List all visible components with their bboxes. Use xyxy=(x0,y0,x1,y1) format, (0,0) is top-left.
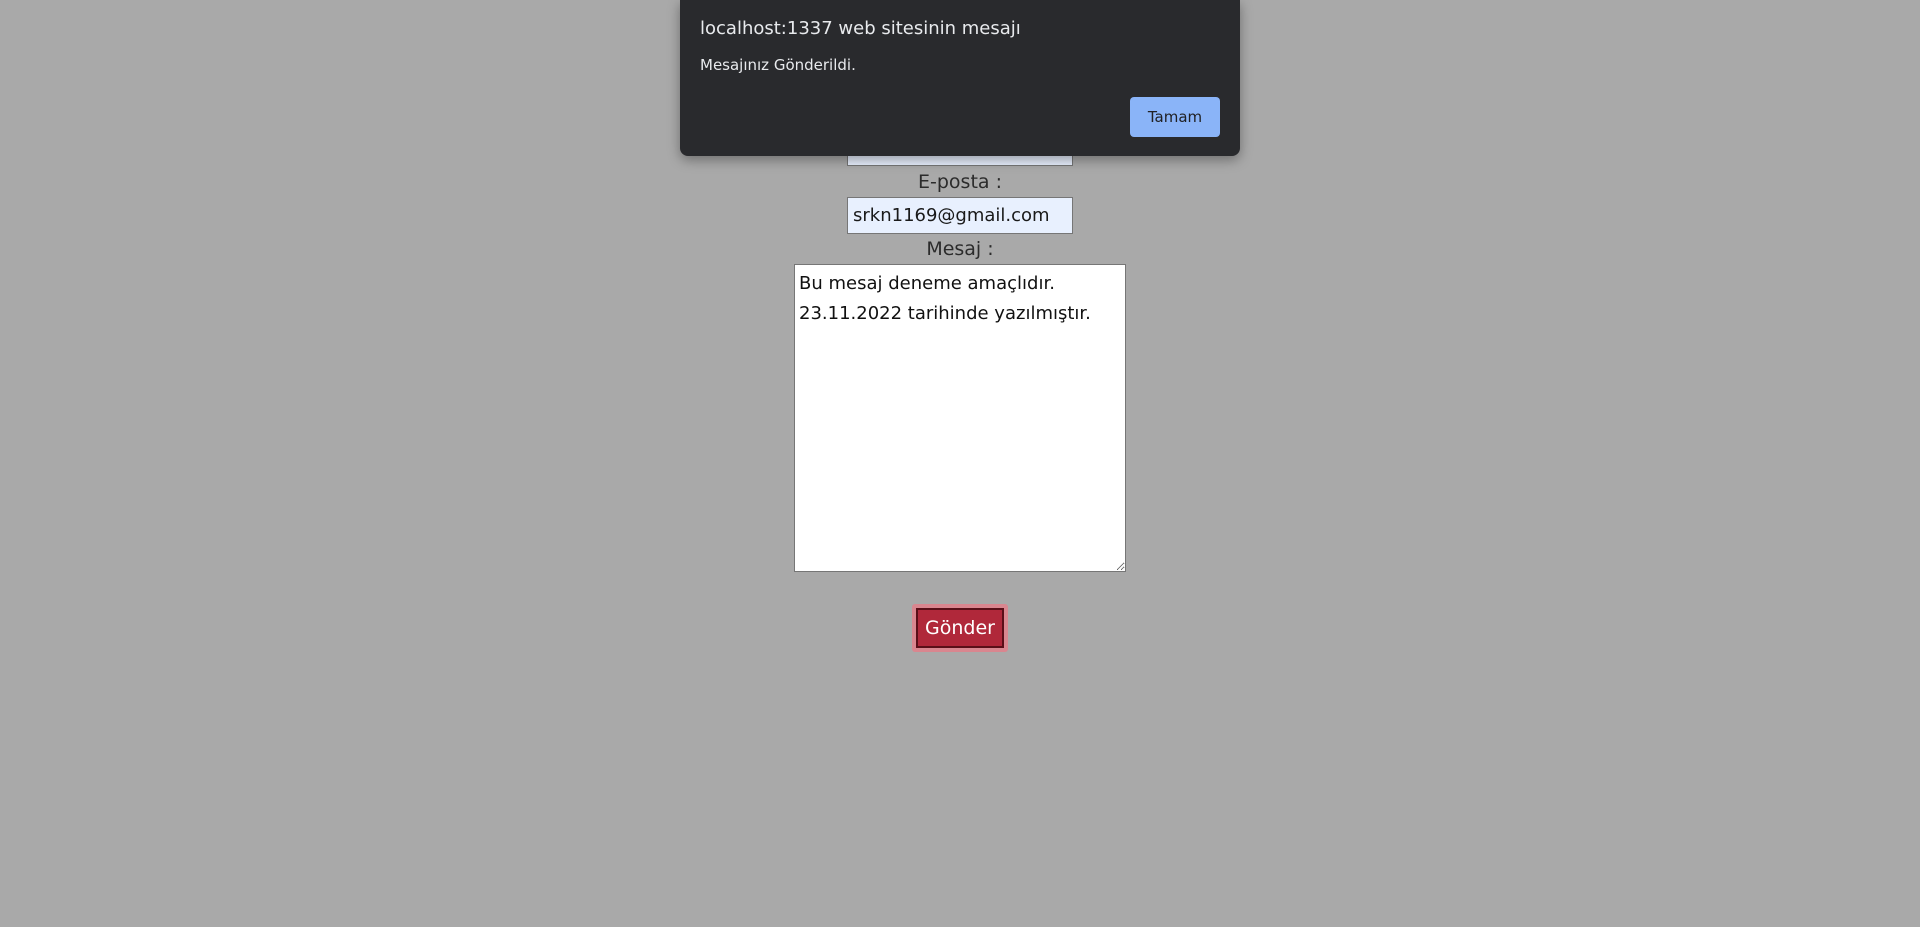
alert-dialog: localhost:1337 web sitesinin mesajı Mesa… xyxy=(680,0,1240,156)
message-label: Mesaj : xyxy=(926,238,994,260)
submit-button[interactable]: Gönder xyxy=(916,608,1004,648)
email-label: E-posta : xyxy=(918,171,1002,193)
dialog-title: localhost:1337 web sitesinin mesajı xyxy=(700,18,1021,39)
dialog-message: Mesajınız Gönderildi. xyxy=(700,56,856,74)
submit-focus-ring: Gönder xyxy=(912,604,1008,652)
message-textarea[interactable]: Bu mesaj deneme amaçlıdır. 23.11.2022 ta… xyxy=(794,264,1126,572)
ok-button[interactable]: Tamam xyxy=(1130,97,1220,137)
page: E-posta : Mesaj : Bu mesaj deneme amaçlı… xyxy=(0,0,1920,927)
email-input[interactable] xyxy=(847,197,1073,234)
